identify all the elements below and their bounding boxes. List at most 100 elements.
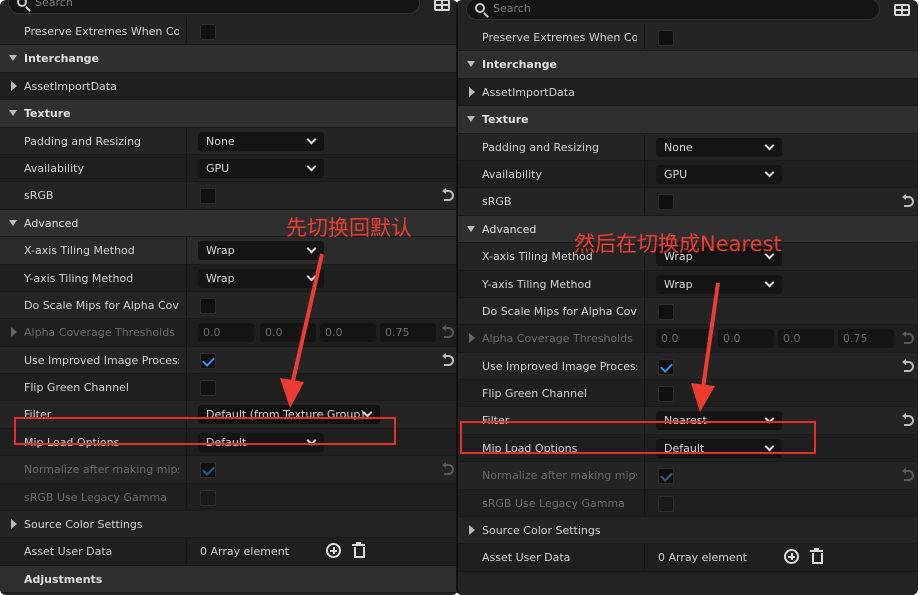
normalize-checkbox[interactable] (200, 462, 216, 479)
property-label: Alpha Coverage Thresholds (24, 326, 175, 340)
search-input[interactable]: Search (493, 2, 531, 15)
improved-processing-checkbox[interactable] (200, 352, 216, 369)
property-row-alpha-coverage: Alpha Coverage Thresholds 0.0 0.0 0.0 0.… (0, 319, 458, 347)
srgb-legacy-checkbox[interactable] (658, 495, 674, 512)
alpha-threshold-x[interactable]: 0.0 (656, 329, 712, 349)
alpha-threshold-y[interactable]: 0.0 (260, 323, 316, 343)
section-texture[interactable]: Texture (458, 106, 918, 134)
chevron-right-icon (11, 80, 17, 91)
search-bar[interactable]: Search (8, 0, 420, 14)
srgb-checkbox[interactable] (200, 188, 216, 205)
property-label: AssetImportData (24, 79, 117, 93)
property-label: Source Color Settings (24, 518, 143, 532)
availability-dropdown[interactable]: GPU (656, 164, 782, 184)
array-count: 0 Array element (200, 545, 289, 559)
trash-icon[interactable] (810, 548, 823, 565)
property-label: Normalize after making mips (24, 463, 179, 477)
y-tiling-dropdown[interactable]: Wrap (656, 274, 782, 294)
property-row-asset-import-data[interactable]: AssetImportData (458, 78, 918, 107)
section-label: Texture (482, 113, 529, 127)
y-tiling-dropdown[interactable]: Wrap (198, 268, 324, 288)
alpha-threshold-w[interactable]: 0.75 (838, 329, 894, 349)
reset-icon[interactable] (442, 325, 454, 339)
reset-icon[interactable] (442, 352, 454, 366)
dropdown-value: Wrap (664, 277, 693, 291)
chevron-down-icon (764, 140, 775, 151)
dropdown-value: Wrap (206, 271, 235, 285)
search-icon (17, 0, 27, 7)
section-interchange[interactable]: Interchange (0, 45, 458, 73)
property-label: sRGB Use Legacy Gamma (24, 490, 167, 504)
dropdown-value: GPU (664, 167, 688, 181)
property-label: Padding and Resizing (482, 140, 600, 154)
scale-mips-checkbox[interactable] (658, 303, 674, 320)
search-input[interactable]: Search (35, 0, 73, 9)
alpha-threshold-w[interactable]: 0.75 (380, 323, 436, 343)
property-row-flip-green: Flip Green Channel (0, 374, 458, 402)
property-row-availability: Availability GPU (0, 154, 458, 183)
flip-green-checkbox[interactable] (658, 386, 674, 403)
reset-icon[interactable] (442, 188, 454, 202)
chevron-down-icon (9, 110, 17, 117)
property-label: Alpha Coverage Thresholds (482, 332, 633, 346)
preserve-extremes-checkbox[interactable] (200, 24, 216, 40)
property-row-flip-green: Flip Green Channel (458, 380, 918, 408)
property-row-source-color[interactable]: Source Color Settings (458, 517, 918, 545)
alpha-threshold-y[interactable]: 0.0 (718, 329, 774, 349)
scale-mips-checkbox[interactable] (200, 297, 216, 314)
property-label: Normalize after making mips (482, 469, 637, 483)
property-row-source-color[interactable]: Source Color Settings (0, 511, 458, 539)
chevron-down-icon (306, 161, 317, 172)
x-tiling-dropdown[interactable]: Wrap (198, 241, 324, 261)
annotation-text: 先切换回默认 (286, 216, 412, 240)
srgb-legacy-checkbox[interactable] (200, 489, 216, 506)
reset-icon[interactable] (902, 413, 914, 427)
improved-processing-checkbox[interactable] (658, 358, 674, 375)
section-texture[interactable]: Texture (0, 100, 458, 128)
search-icon (475, 3, 485, 13)
property-label: Y-axis Tiling Method (482, 277, 592, 291)
property-row-improved-processing: Use Improved Image Processi... (0, 346, 458, 375)
reset-icon[interactable] (902, 331, 914, 345)
array-count: 0 Array element (658, 551, 747, 565)
property-row-asset-import-data[interactable]: AssetImportData (0, 72, 458, 101)
property-label: Availability (24, 161, 84, 175)
highlight-box (460, 421, 816, 454)
add-element-icon[interactable] (784, 549, 799, 565)
reset-icon[interactable] (442, 462, 454, 476)
property-label: sRGB Use Legacy Gamma (482, 496, 625, 510)
trash-icon[interactable] (352, 542, 365, 559)
padding-dropdown[interactable]: None (656, 137, 782, 157)
section-interchange[interactable]: Interchange (458, 51, 918, 79)
grid-settings-icon[interactable] (434, 0, 450, 11)
property-label: AssetImportData (482, 85, 575, 99)
chevron-down-icon (306, 271, 317, 281)
alpha-threshold-z[interactable]: 0.0 (320, 323, 376, 343)
chevron-down-icon (467, 116, 475, 123)
reset-icon[interactable] (902, 358, 914, 372)
grid-settings-icon[interactable] (894, 4, 910, 16)
alpha-threshold-z[interactable]: 0.0 (778, 329, 834, 349)
preserve-extremes-checkbox[interactable] (658, 30, 674, 46)
reset-icon[interactable] (902, 194, 914, 208)
section-label: Adjustments (24, 572, 103, 586)
section-label: Interchange (482, 58, 558, 72)
reset-icon[interactable] (902, 468, 914, 482)
chevron-down-icon (9, 55, 17, 62)
section-label: Texture (24, 107, 71, 121)
chevron-down-icon (9, 219, 17, 226)
property-row-srgb-legacy: sRGB Use Legacy Gamma (458, 489, 918, 518)
flip-green-checkbox[interactable] (200, 380, 216, 397)
search-bar[interactable]: Search (466, 0, 880, 20)
alpha-threshold-x[interactable]: 0.0 (198, 323, 254, 343)
chevron-down-icon (306, 134, 317, 145)
section-adjustments[interactable]: Adjustments (0, 565, 458, 594)
chevron-down-icon (467, 61, 475, 68)
availability-dropdown[interactable]: GPU (198, 158, 324, 178)
srgb-checkbox[interactable] (658, 194, 674, 211)
add-element-icon[interactable] (326, 543, 341, 559)
property-row-scale-mips: Do Scale Mips for Alpha Cove... (0, 291, 458, 320)
padding-dropdown[interactable]: None (198, 131, 324, 151)
normalize-checkbox[interactable] (658, 468, 674, 485)
property-row-normalize: Normalize after making mips (0, 456, 458, 484)
